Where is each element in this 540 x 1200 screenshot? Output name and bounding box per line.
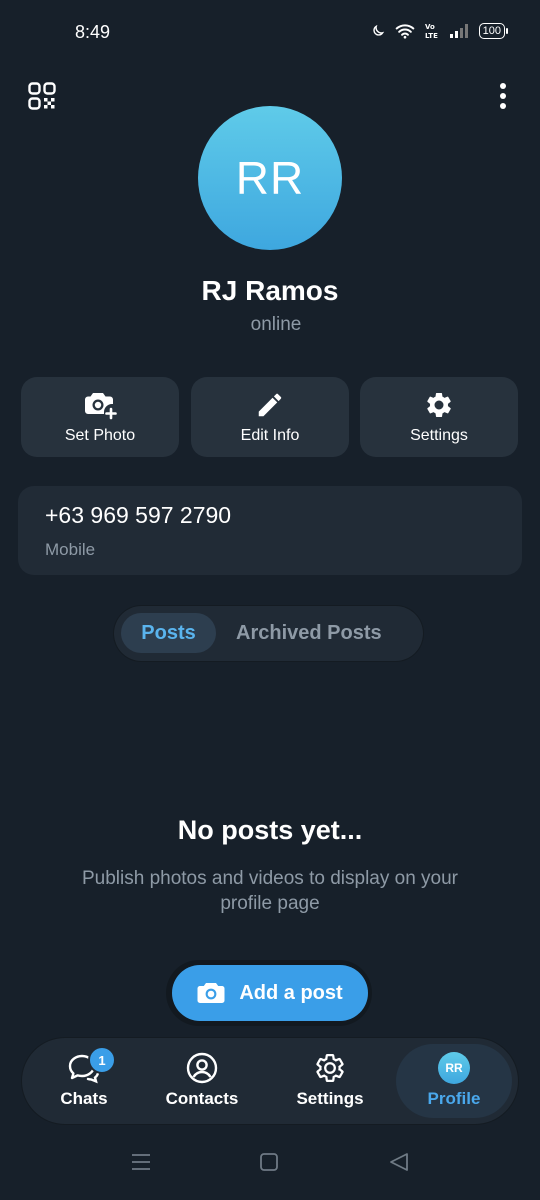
phone-label: Mobile bbox=[45, 540, 96, 559]
settings-label: Settings bbox=[410, 427, 468, 444]
phone-card[interactable]: +63 969 597 2790 Mobile bbox=[18, 486, 522, 575]
add-post-label: Add a post bbox=[239, 981, 343, 1004]
nav-chats[interactable]: Chats bbox=[38, 1038, 130, 1124]
svg-text:LTE: LTE bbox=[425, 32, 438, 40]
pencil-icon bbox=[258, 393, 282, 417]
nav-settings-label: Settings bbox=[296, 1089, 364, 1108]
profile-name: RJ Ramos bbox=[201, 275, 339, 306]
profile-status: online bbox=[250, 314, 302, 335]
set-photo-button[interactable]: Set Photo bbox=[21, 377, 179, 457]
status-icons: Vo LTE 100 bbox=[371, 22, 508, 40]
qr-code-icon[interactable] bbox=[28, 82, 56, 115]
phone-number: +63 969 597 2790 bbox=[45, 502, 232, 528]
moon-icon bbox=[372, 24, 384, 36]
gear-icon bbox=[316, 1054, 344, 1082]
add-post-button[interactable]: Add a post bbox=[172, 965, 368, 1021]
bottom-nav: Chats 1 Contacts Settings RR Profile bbox=[22, 1038, 518, 1124]
tab-posts[interactable]: Posts bbox=[121, 613, 216, 653]
system-home-icon[interactable] bbox=[259, 1152, 279, 1177]
camera-icon bbox=[197, 983, 225, 1003]
empty-state-subtitle: Publish photos and videos to display on … bbox=[81, 868, 459, 914]
contacts-icon bbox=[186, 1052, 218, 1084]
system-back-icon[interactable] bbox=[388, 1152, 410, 1177]
battery-icon: 100 bbox=[478, 23, 508, 39]
camera-add-icon bbox=[85, 393, 117, 420]
wifi-icon bbox=[395, 24, 414, 39]
edit-info-label: Edit Info bbox=[240, 427, 300, 444]
nav-profile-avatar: RR bbox=[438, 1052, 470, 1084]
nav-profile[interactable]: RR Profile bbox=[408, 1038, 500, 1124]
gear-icon bbox=[427, 392, 451, 418]
empty-state-title: No posts yet... bbox=[177, 815, 363, 845]
profile-avatar[interactable]: RR bbox=[198, 106, 342, 250]
posts-tabs: Posts Archived Posts bbox=[114, 606, 423, 661]
signal-icon bbox=[449, 24, 468, 38]
status-time: 8:49 bbox=[75, 22, 111, 42]
settings-button[interactable]: Settings bbox=[360, 377, 518, 457]
nav-contacts-label: Contacts bbox=[165, 1089, 239, 1108]
chats-badge: 1 bbox=[88, 1046, 116, 1074]
battery-level: 100 bbox=[478, 23, 505, 39]
nav-settings[interactable]: Settings bbox=[284, 1038, 376, 1124]
nav-profile-label: Profile bbox=[427, 1089, 481, 1108]
volte-icon: VoLTE bbox=[425, 23, 438, 40]
edit-info-button[interactable]: Edit Info bbox=[191, 377, 349, 457]
set-photo-label: Set Photo bbox=[64, 427, 136, 444]
more-vertical-icon[interactable] bbox=[497, 82, 509, 115]
tab-archived-posts[interactable]: Archived Posts bbox=[236, 613, 382, 653]
nav-contacts[interactable]: Contacts bbox=[158, 1038, 246, 1124]
svg-text:Vo: Vo bbox=[425, 23, 435, 31]
nav-chats-label: Chats bbox=[60, 1089, 108, 1108]
system-menu-icon[interactable] bbox=[130, 1152, 152, 1177]
